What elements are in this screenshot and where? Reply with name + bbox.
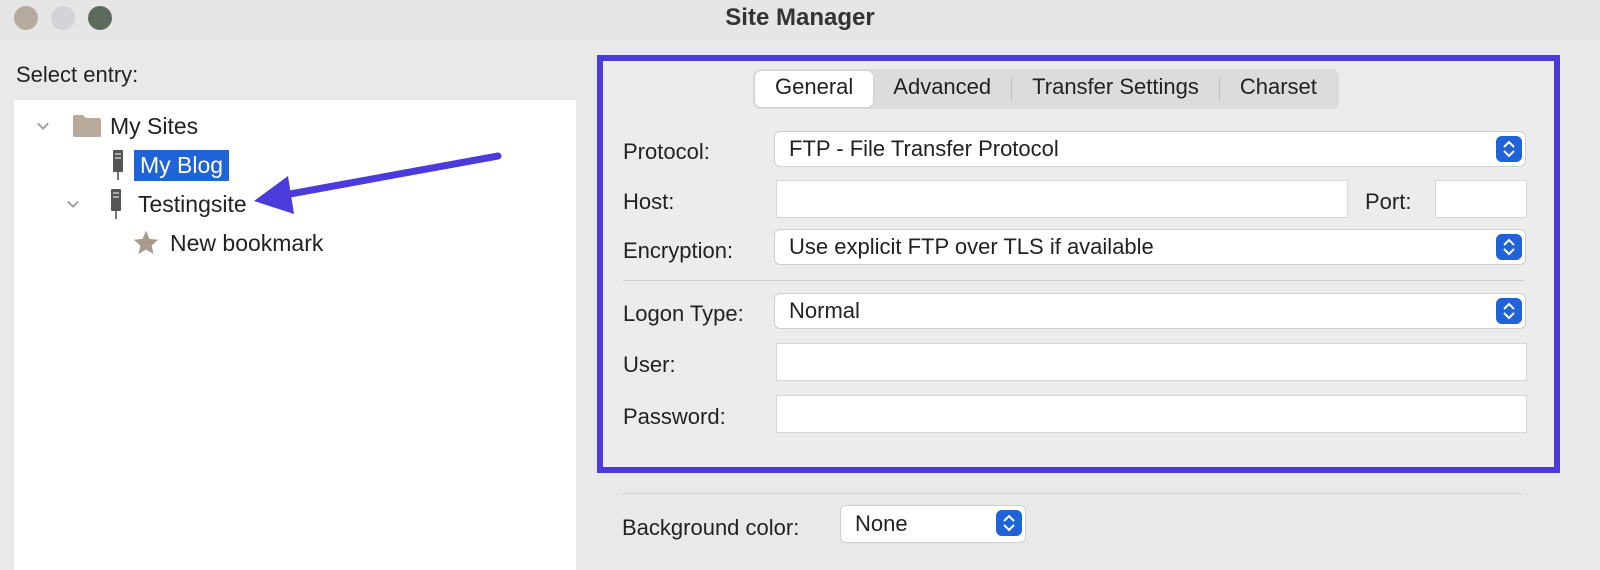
tab-general[interactable]: General (755, 71, 874, 107)
tree-item-my-blog[interactable]: My Blog (110, 146, 230, 184)
protocol-label: Protocol: (623, 139, 710, 164)
password-label: Password: (623, 404, 726, 429)
title-bar: Site Manager (0, 0, 1600, 40)
bookmark-star-icon (133, 230, 159, 255)
select-stepper-icon (996, 510, 1022, 536)
encryption-select[interactable]: Use explicit FTP over TLS if available (774, 229, 1526, 265)
select-stepper-icon (1496, 136, 1522, 162)
logon-type-select[interactable]: Normal (774, 293, 1526, 329)
site-settings-panel: General Advanced Transfer Settings Chars… (597, 55, 1560, 473)
port-label: Port: (1365, 189, 1412, 214)
logon-type-value: Normal (789, 298, 860, 323)
logon-type-label: Logon Type: (623, 301, 744, 326)
protocol-select[interactable]: FTP - File Transfer Protocol (774, 131, 1526, 167)
encryption-label: Encryption: (623, 238, 734, 263)
tree-item-label: New bookmark (170, 229, 324, 256)
user-input[interactable] (776, 343, 1527, 381)
background-color-label: Background color: (622, 515, 800, 540)
bottom-settings: Background color: None (600, 473, 1560, 562)
host-input[interactable] (776, 180, 1348, 218)
server-icon (111, 189, 121, 219)
password-input[interactable] (776, 395, 1527, 433)
tree-item-label: My Blog (134, 149, 230, 181)
settings-tabs: General Advanced Transfer Settings Chars… (753, 69, 1339, 109)
folder-icon (73, 115, 101, 137)
select-stepper-icon (1496, 298, 1522, 324)
section-divider (622, 493, 1522, 494)
background-color-value: None (855, 511, 908, 536)
section-divider (623, 280, 1525, 281)
window-title: Site Manager (725, 4, 875, 31)
encryption-value: Use explicit FTP over TLS if available (789, 234, 1154, 259)
background-color-select[interactable]: None (840, 505, 1026, 543)
select-stepper-icon (1496, 234, 1522, 260)
tree-item-label: My Sites (110, 112, 199, 139)
entry-pane: Select entry: My Sites My Blog Testingsi… (0, 40, 600, 570)
chevron-down-icon[interactable] (66, 197, 80, 211)
tree-item-my-sites[interactable]: My Sites (36, 107, 198, 145)
tab-charset[interactable]: Charset (1220, 71, 1337, 107)
host-label: Host: (623, 189, 675, 214)
tree-item-new-bookmark[interactable]: New bookmark (132, 224, 323, 262)
port-input[interactable] (1435, 180, 1527, 218)
chevron-down-icon[interactable] (36, 119, 50, 133)
protocol-value: FTP - File Transfer Protocol (789, 136, 1059, 161)
server-icon (113, 150, 123, 180)
user-label: User: (623, 352, 676, 377)
tab-advanced[interactable]: Advanced (873, 71, 1011, 107)
annotation-arrow-icon (254, 152, 502, 214)
tab-transfer-settings[interactable]: Transfer Settings (1012, 71, 1219, 107)
tree-item-testingsite[interactable]: Testingsite (66, 185, 247, 223)
tree-item-label: Testingsite (138, 190, 247, 217)
select-entry-label: Select entry: (16, 62, 139, 87)
